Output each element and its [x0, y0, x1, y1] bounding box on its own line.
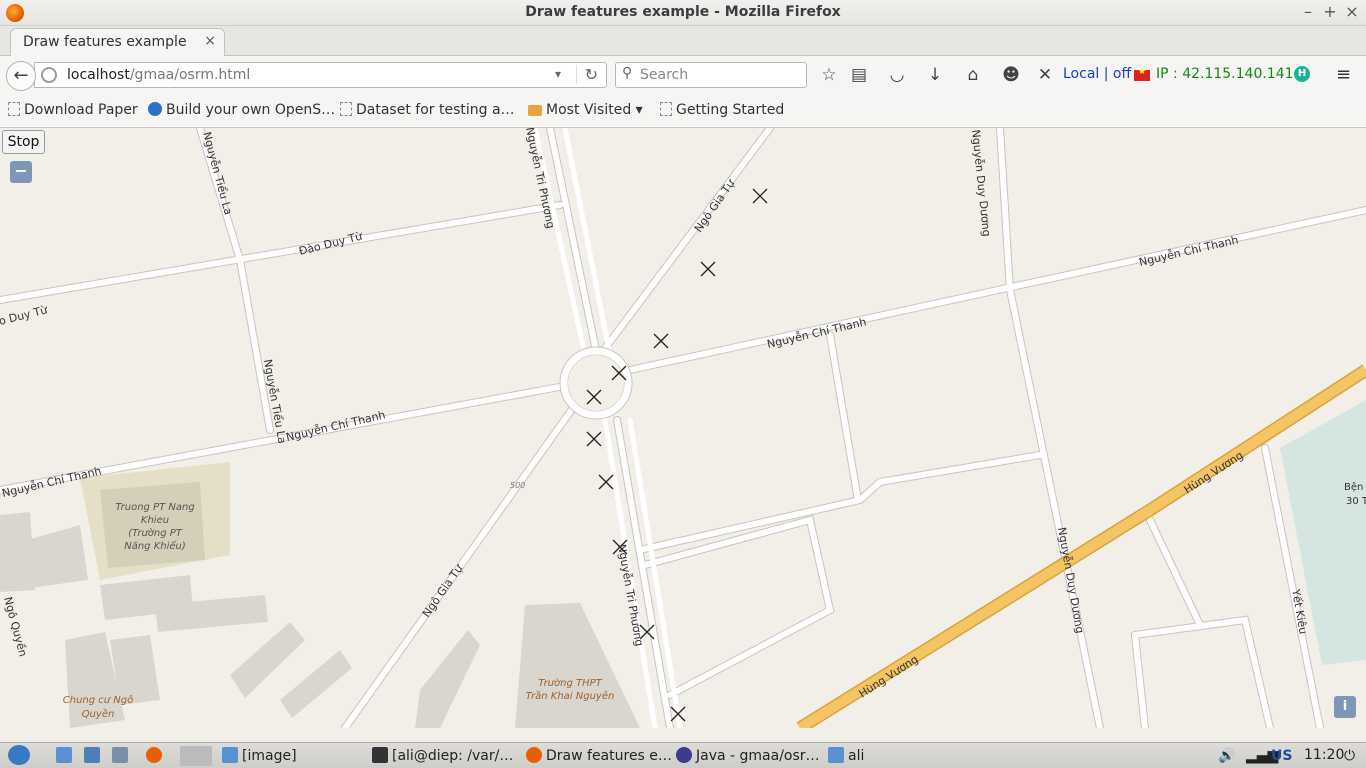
- desktop-pager[interactable]: [180, 746, 212, 766]
- road-label: o Duy Từ: [0, 303, 50, 328]
- search-field[interactable]: ⚲ Search: [615, 62, 807, 88]
- map-canvas[interactable]: Nguyễn Tiểu La Đào Duy Từ o Duy Từ Nguyễ…: [0, 128, 1366, 728]
- close-window-button[interactable]: ×: [1342, 2, 1362, 22]
- maximize-button[interactable]: +: [1320, 2, 1340, 22]
- road-label: Nguyễn Chí Thanh: [1138, 233, 1240, 269]
- folder-icon: [528, 105, 542, 116]
- bookmark-getting-started[interactable]: Getting Started: [660, 102, 784, 118]
- close-tab-icon[interactable]: ×: [204, 33, 216, 49]
- place-label: Quyền: [82, 708, 115, 720]
- os-taskbar: [image] [ali@diep: /var/… Draw features …: [0, 742, 1366, 768]
- taskbar-item-firefox[interactable]: Draw features e…: [526, 747, 672, 764]
- globe-icon: [148, 102, 162, 116]
- road-label: Đào Duy Từ: [298, 229, 365, 257]
- hamburger-menu-icon[interactable]: ≡: [1336, 64, 1351, 85]
- proxy-status[interactable]: Local | off: [1063, 66, 1131, 82]
- zoom-out-button[interactable]: −: [10, 161, 32, 183]
- page-icon: [660, 102, 672, 116]
- window-titlebar: Draw features example - Mozilla Firefox …: [0, 0, 1366, 26]
- road-label: Nguyễn Chí Thanh: [285, 408, 387, 444]
- page-icon: [8, 102, 20, 116]
- volume-icon[interactable]: 🔊: [1218, 748, 1235, 764]
- place-label: Truong PT Nang: [115, 502, 194, 513]
- clock[interactable]: 11:20: [1304, 747, 1344, 763]
- extension-h-icon[interactable]: H: [1294, 66, 1310, 82]
- ip-label: IP : 42.115.140.141: [1156, 66, 1294, 82]
- place-label: Năng Khiếu): [124, 539, 186, 552]
- url-history-dropdown-icon[interactable]: ▾: [555, 67, 561, 81]
- taskbar-item-terminal[interactable]: [ali@diep: /var/…: [372, 747, 513, 764]
- place-label: 500: [510, 481, 525, 490]
- drawn-point-markers[interactable]: [586, 188, 768, 722]
- taskbar-item-eclipse[interactable]: Java - gmaa/osr…: [676, 747, 820, 764]
- taskbar-item-ali[interactable]: ali: [828, 747, 864, 764]
- stop-button[interactable]: Stop: [2, 130, 45, 154]
- page-bottom-strip: [0, 728, 1366, 742]
- taskbar-item-image[interactable]: [image]: [222, 747, 297, 764]
- navigation-toolbar: localhost/gmaa/osrm.html ▾ ↻ ← ⚲ Search …: [0, 56, 1366, 94]
- building: [280, 650, 352, 718]
- url-bar[interactable]: localhost/gmaa/osrm.html ▾ ↻: [34, 62, 607, 88]
- pocket-icon[interactable]: ◡: [886, 65, 908, 85]
- place-label: (Trường PT: [128, 527, 183, 539]
- road-label: Ngô Quyền: [1, 595, 29, 658]
- road-label: Ngô Gia Tự: [420, 561, 466, 619]
- site-identity-icon[interactable]: [41, 67, 57, 83]
- building: [230, 622, 305, 698]
- system-launcher-icon[interactable]: [84, 747, 104, 764]
- back-button[interactable]: ←: [6, 61, 36, 91]
- bookmark-build-opens[interactable]: Build your own OpenS…: [148, 102, 335, 118]
- bookmark-most-visited[interactable]: Most Visited ▾: [528, 102, 643, 118]
- road-label: Hùng Vương: [1182, 449, 1246, 497]
- road-label: Nguyễn Tiểu La: [200, 130, 235, 216]
- window-launcher-icon[interactable]: [112, 747, 132, 764]
- minimize-button[interactable]: –: [1298, 2, 1318, 22]
- green-area: [1280, 400, 1366, 665]
- tab-label: Draw features example: [23, 34, 187, 50]
- search-icon: ⚲: [622, 65, 633, 81]
- search-placeholder: Search: [640, 67, 689, 83]
- place-label: Chung cư Ngô: [63, 694, 133, 706]
- page-icon: [340, 102, 352, 116]
- start-menu-button[interactable]: [8, 745, 34, 766]
- firefox-launcher-icon[interactable]: [146, 747, 166, 764]
- tab-draw-features[interactable]: Draw features example ×: [10, 28, 225, 57]
- place-label: Trần Khai Nguyên: [526, 690, 615, 702]
- bookmarks-toolbar: Download Paper Build your own OpenS… Dat…: [0, 94, 1366, 128]
- place-label: Khieu: [141, 515, 169, 526]
- road-label: Nguyễn Duy Dương: [1055, 526, 1086, 634]
- place-label: Bện: [1344, 481, 1363, 493]
- extension-x-icon[interactable]: ✕: [1034, 65, 1056, 85]
- map-svg: Nguyễn Tiểu La Đào Duy Từ o Duy Từ Nguyễ…: [0, 128, 1366, 728]
- tab-strip: Draw features example × +: [0, 26, 1366, 77]
- bookmark-download-paper[interactable]: Download Paper: [8, 102, 138, 118]
- reload-icon[interactable]: ↻: [575, 65, 598, 84]
- reading-list-icon[interactable]: ▤: [848, 65, 870, 85]
- window-title: Draw features example - Mozilla Firefox: [525, 4, 841, 20]
- road-label: Nguyễn Duy Dương: [969, 129, 993, 237]
- road-label: Yết Kiêu: [1289, 587, 1310, 635]
- bookmark-dataset[interactable]: Dataset for testing a…: [340, 102, 515, 118]
- downloads-icon[interactable]: ↓: [924, 65, 946, 85]
- attribution-info-button[interactable]: i: [1334, 696, 1356, 718]
- place-label: Trường THPT: [538, 677, 602, 689]
- road-label: Ngô Gia Tự: [692, 176, 738, 234]
- file-manager-launcher-icon[interactable]: [56, 747, 76, 764]
- road-label: Hùng Vương: [857, 653, 921, 701]
- building: [515, 603, 640, 728]
- keyboard-layout[interactable]: US: [1271, 748, 1292, 764]
- hello-icon[interactable]: ☻: [1000, 65, 1022, 85]
- bookmark-star-icon[interactable]: ☆: [818, 65, 840, 85]
- power-icon[interactable]: ⏻: [1344, 748, 1355, 764]
- vietnam-flag-icon: [1134, 67, 1150, 81]
- building: [415, 630, 480, 728]
- place-label: 30 T: [1346, 496, 1366, 507]
- url-text[interactable]: localhost/gmaa/osrm.html: [67, 67, 250, 83]
- home-icon[interactable]: ⌂: [962, 65, 984, 85]
